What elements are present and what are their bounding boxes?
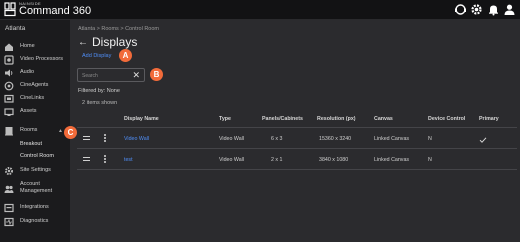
header-canvas[interactable]: Canvas: [374, 116, 393, 122]
table-header: Display Name Type Panels/Cabinets Resolu…: [77, 110, 517, 128]
sidebar-item-cinelinks[interactable]: CineLinks: [0, 93, 70, 105]
display-resolution: 15360 x 3240: [319, 136, 352, 142]
display-type: Video Wall: [219, 136, 245, 142]
user-icon[interactable]: [503, 3, 516, 16]
table-row[interactable]: Video Wall Video Wall 6 x 3 15360 x 3240…: [77, 128, 517, 149]
header-resolution[interactable]: Resolution (px): [317, 116, 356, 122]
sidebar-item-label: Video Processors: [20, 56, 64, 62]
more-options-icon[interactable]: [104, 155, 107, 164]
display-type: Video Wall: [219, 157, 245, 163]
callout-badge-b: B: [150, 68, 163, 81]
primary-check-icon: [479, 131, 487, 143]
app-title: Command 360: [19, 5, 92, 17]
top-bar: NAINSIDE Command 360: [0, 0, 520, 20]
breadcrumb[interactable]: Atlanta > Rooms > Control Room: [78, 26, 159, 32]
sidebar-item-video-processors[interactable]: Video Processors: [0, 54, 70, 66]
drag-handle-icon[interactable]: [83, 136, 90, 140]
sidebar-item-label: Diagnostics: [20, 218, 49, 224]
sidebar-item-label: Audio: [20, 69, 35, 75]
cinelinks-icon: [4, 94, 14, 104]
sidebar-subitem-control-room[interactable]: Control Room: [20, 153, 54, 159]
integrations-icon: [4, 203, 14, 213]
support-icon[interactable]: [454, 3, 467, 16]
sidebar-item-integrations[interactable]: Integrations: [0, 202, 70, 214]
sidebar-subitem-breakout[interactable]: Breakout: [20, 141, 42, 147]
sidebar-item-label: Assets: [20, 108, 37, 114]
header-primary[interactable]: Primary: [479, 116, 499, 122]
chevron-up-icon: ▲: [58, 128, 63, 134]
audio-icon: [4, 68, 14, 78]
assets-icon: [4, 107, 14, 117]
account-management-icon: [4, 184, 14, 194]
sidebar-item-label: Integrations: [20, 204, 49, 210]
sidebar-item-cineagents[interactable]: CineAgents: [0, 80, 70, 92]
site-settings-icon: [4, 166, 14, 176]
items-count: 2 items shown: [82, 100, 118, 106]
sidebar-item-rooms[interactable]: Rooms ▲: [0, 125, 70, 137]
display-canvas: Linked Canvas: [374, 136, 410, 142]
drag-handle-icon[interactable]: [83, 157, 90, 161]
header-device-control[interactable]: Device Control: [428, 116, 465, 122]
sidebar-item-label: Home: [20, 43, 35, 49]
video-processor-icon: [4, 55, 14, 65]
display-panels: 6 x 3: [271, 136, 283, 142]
sidebar-item-label: Account Management: [20, 181, 53, 194]
sidebar-item-label: CineAgents: [20, 82, 49, 88]
display-device-control: N: [428, 136, 432, 142]
sidebar-item-audio[interactable]: Audio: [0, 67, 70, 79]
settings-icon[interactable]: [470, 3, 483, 16]
notifications-icon[interactable]: [487, 3, 500, 16]
logo-icon: [4, 2, 16, 17]
search-input[interactable]: [82, 71, 134, 80]
display-panels: 2 x 1: [271, 157, 283, 163]
sidebar: Atlanta Home Video Processors Audio Cine…: [0, 20, 70, 242]
sidebar-item-assets[interactable]: Assets: [0, 106, 70, 118]
diagnostics-icon: [4, 217, 14, 227]
home-icon: [4, 42, 14, 52]
sidebar-item-label: Rooms: [20, 127, 38, 133]
sidebar-item-label: Site Settings: [20, 167, 51, 173]
header-panels[interactable]: Panels/Cabinets: [262, 116, 303, 122]
cineagents-icon: [4, 81, 14, 91]
table-row[interactable]: test Video Wall 2 x 1 3840 x 1080 Linked…: [77, 149, 517, 170]
sidebar-item-diagnostics[interactable]: Diagnostics: [0, 216, 70, 228]
clear-icon[interactable]: ✕: [132, 70, 140, 81]
callout-badge-a: A: [119, 49, 132, 62]
back-arrow-icon[interactable]: ←: [78, 37, 88, 49]
site-name: Atlanta: [5, 25, 26, 32]
sidebar-item-home[interactable]: Home: [0, 41, 70, 53]
sidebar-item-site-settings[interactable]: Site Settings: [0, 165, 70, 177]
rooms-icon: [4, 126, 14, 136]
header-display-name[interactable]: Display Name: [124, 116, 159, 122]
add-display-button[interactable]: Add Display: [82, 53, 111, 59]
display-name-link[interactable]: Video Wall: [124, 136, 149, 142]
filter-status: Filtered by: None: [78, 88, 120, 94]
display-resolution: 3840 x 1080: [319, 157, 349, 163]
display-device-control: N: [428, 157, 432, 163]
search-field[interactable]: ✕: [77, 68, 145, 82]
display-name-link[interactable]: test: [124, 157, 133, 163]
sidebar-item-account-management[interactable]: Account Management: [0, 181, 70, 195]
callout-badge-c: C: [64, 126, 77, 139]
more-options-icon[interactable]: [104, 134, 107, 143]
page-title: Displays: [92, 35, 138, 49]
sidebar-item-label: CineLinks: [20, 95, 45, 101]
header-type[interactable]: Type: [219, 116, 231, 122]
display-canvas: Linked Canvas: [374, 157, 410, 163]
main-content: Atlanta > Rooms > Control Room ← Display…: [70, 20, 520, 242]
